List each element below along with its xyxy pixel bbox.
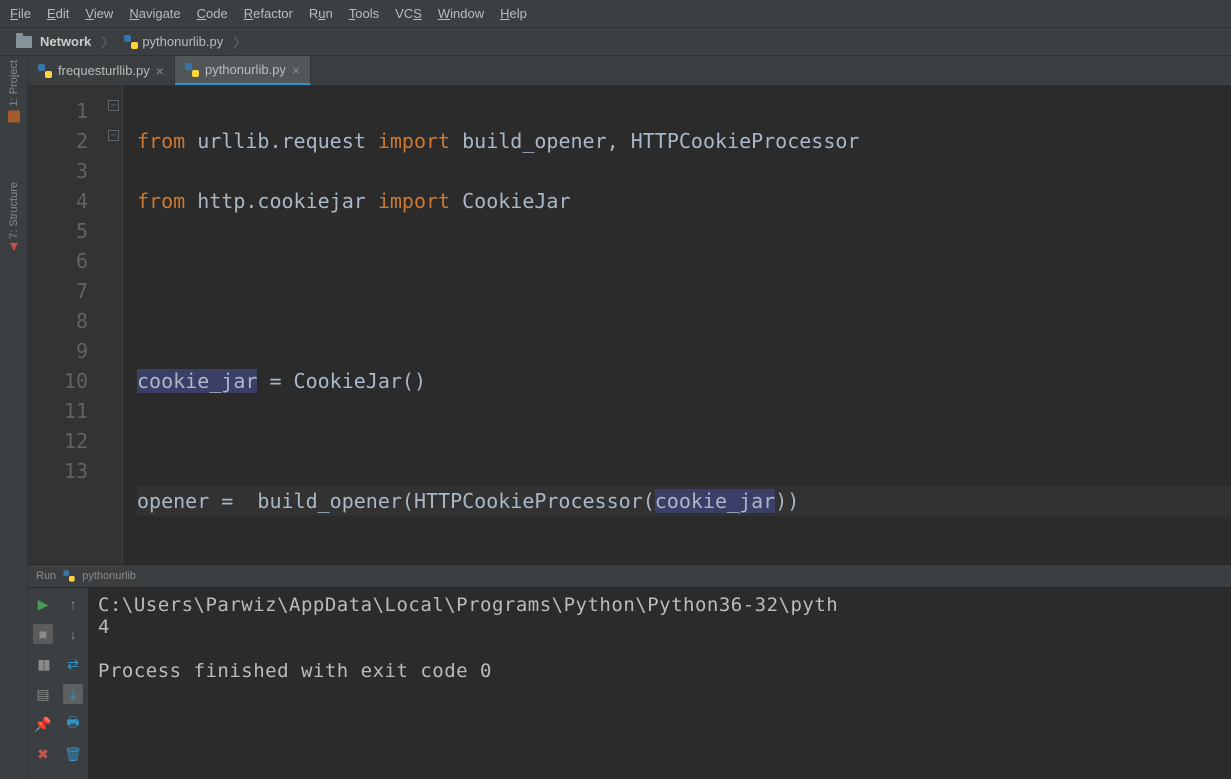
clear-all-button[interactable]: 🗑 <box>63 744 83 764</box>
editor-fold-strip: − − <box>108 86 122 564</box>
menu-tools[interactable]: Tools <box>349 6 379 21</box>
console-line: Process finished with exit code 0 <box>98 660 492 682</box>
fold-region-icon[interactable]: − <box>108 100 119 111</box>
menu-refactor[interactable]: Refactor <box>244 6 293 21</box>
console-line: C:\Users\Parwiz\AppData\Local\Programs\P… <box>98 594 838 616</box>
run-header-title: Run <box>36 570 56 582</box>
stop-button[interactable]: ■ <box>33 624 53 644</box>
code-editor[interactable]: 1234567 8910111213 − − from urllib.reque… <box>28 86 1231 564</box>
left-tool-rail: 1: Project 7: Structure <box>0 56 28 779</box>
python-file-icon <box>38 64 52 78</box>
run-primary-toolbar: ▶ ■ ▮▮ ▤ 📌 ✖ <box>28 588 58 779</box>
editor-tab-label: frequesturllib.py <box>58 63 150 78</box>
close-icon[interactable]: × <box>292 62 300 78</box>
up-stack-button[interactable]: ↑ <box>63 594 83 614</box>
down-stack-button[interactable]: ↓ <box>63 624 83 644</box>
pin-tab-button[interactable]: 📌 <box>33 714 53 734</box>
python-file-icon <box>124 35 138 49</box>
breadcrumb-project-label: Network <box>40 34 91 49</box>
menu-window[interactable]: Window <box>438 6 484 21</box>
python-run-icon <box>64 570 75 581</box>
breadcrumb-file[interactable]: pythonurlib.py <box>118 34 229 49</box>
editor-tab-pythonurlib[interactable]: pythonurlib.py × <box>175 56 311 85</box>
close-icon[interactable]: × <box>156 63 164 79</box>
print-button[interactable]: 🖶 <box>63 714 83 734</box>
menu-help[interactable]: Help <box>500 6 527 21</box>
soft-wrap-button[interactable]: ⇄ <box>63 654 83 674</box>
editor-tab-label: pythonurlib.py <box>205 62 286 77</box>
chevron-right-icon: 〉 <box>101 32 114 51</box>
menu-edit[interactable]: Edit <box>47 6 69 21</box>
breadcrumbs-bar: Network 〉 pythonurlib.py 〉 <box>0 28 1231 56</box>
main-menu-bar: File Edit View Navigate Code Refactor Ru… <box>0 0 1231 28</box>
dump-threads-button[interactable]: ▤ <box>33 684 53 704</box>
menu-navigate[interactable]: Navigate <box>129 6 180 21</box>
editor-tab-frequesturllib[interactable]: frequesturllib.py × <box>28 56 175 85</box>
editor-tab-row: frequesturllib.py × pythonurlib.py × <box>28 56 1231 86</box>
scroll-to-end-button[interactable]: ⤓ <box>63 684 83 704</box>
breadcrumb-file-label: pythonurlib.py <box>142 34 223 49</box>
menu-vcs[interactable]: VCS <box>395 6 422 21</box>
menu-view[interactable]: View <box>85 6 113 21</box>
pause-button[interactable]: ▮▮ <box>33 654 53 674</box>
tool-window-project-label: 1: Project <box>8 60 20 106</box>
menu-file[interactable]: File <box>10 6 31 21</box>
console-output[interactable]: C:\Users\Parwiz\AppData\Local\Programs\P… <box>88 588 1231 779</box>
breadcrumb-project[interactable]: Network <box>10 34 97 49</box>
code-text-area[interactable]: from urllib.request import build_opener,… <box>123 86 1231 564</box>
python-file-icon <box>185 63 199 77</box>
run-tool-window: Run pythonurlib ▶ ■ ▮▮ ▤ 📌 ✖ ↑ ↓ ⇄ ⤓ <box>28 564 1231 779</box>
menu-code[interactable]: Code <box>197 6 228 21</box>
structure-tool-icon <box>10 243 18 251</box>
folder-icon <box>16 36 32 48</box>
project-tool-icon <box>8 110 20 122</box>
rerun-button[interactable]: ▶ <box>33 594 53 614</box>
chevron-right-icon: 〉 <box>233 32 246 51</box>
menu-run[interactable]: Run <box>309 6 333 21</box>
editor-gutter: 1234567 8910111213 <box>28 86 108 564</box>
tool-window-project[interactable]: 1: Project <box>8 60 20 122</box>
run-config-name: pythonurlib <box>82 570 136 582</box>
tool-window-structure-label: 7: Structure <box>8 182 20 239</box>
close-tab-button[interactable]: ✖ <box>33 744 53 764</box>
run-secondary-toolbar: ↑ ↓ ⇄ ⤓ 🖶 🗑 <box>58 588 88 779</box>
fold-region-icon[interactable]: − <box>108 130 119 141</box>
run-header[interactable]: Run pythonurlib <box>28 565 1231 588</box>
tool-window-structure[interactable]: 7: Structure <box>8 182 20 251</box>
console-line: 4 <box>98 616 110 638</box>
